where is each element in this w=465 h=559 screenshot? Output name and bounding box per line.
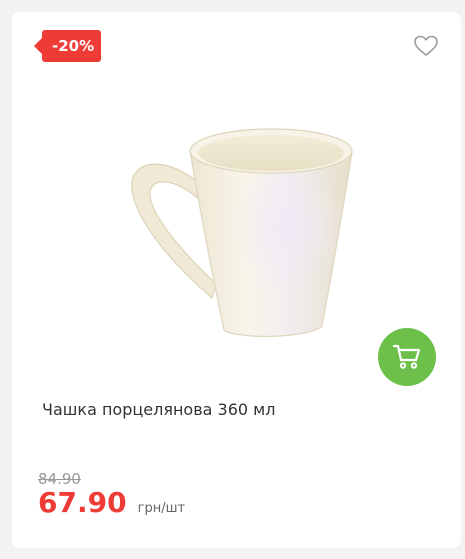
discount-badge: -20%	[33, 30, 102, 62]
current-price: 67.90	[38, 486, 127, 519]
mug-image	[131, 128, 353, 337]
price-unit: грн/шт	[137, 501, 186, 516]
product-title[interactable]: Чашка порцелянова 360 мл	[42, 400, 275, 419]
product-card[interactable]: -20% Чашка порцелянова 360 мл 84.90 67.9…	[12, 12, 461, 548]
product-image[interactable]	[112, 112, 372, 352]
add-to-cart-button[interactable]	[378, 328, 436, 386]
price-row: 67.90 грн/шт	[38, 486, 185, 519]
discount-badge-label: -20%	[52, 37, 95, 55]
wishlist-heart-icon[interactable]	[413, 34, 439, 58]
heart-outline-icon	[414, 35, 438, 56]
shopping-cart-icon	[392, 344, 421, 369]
